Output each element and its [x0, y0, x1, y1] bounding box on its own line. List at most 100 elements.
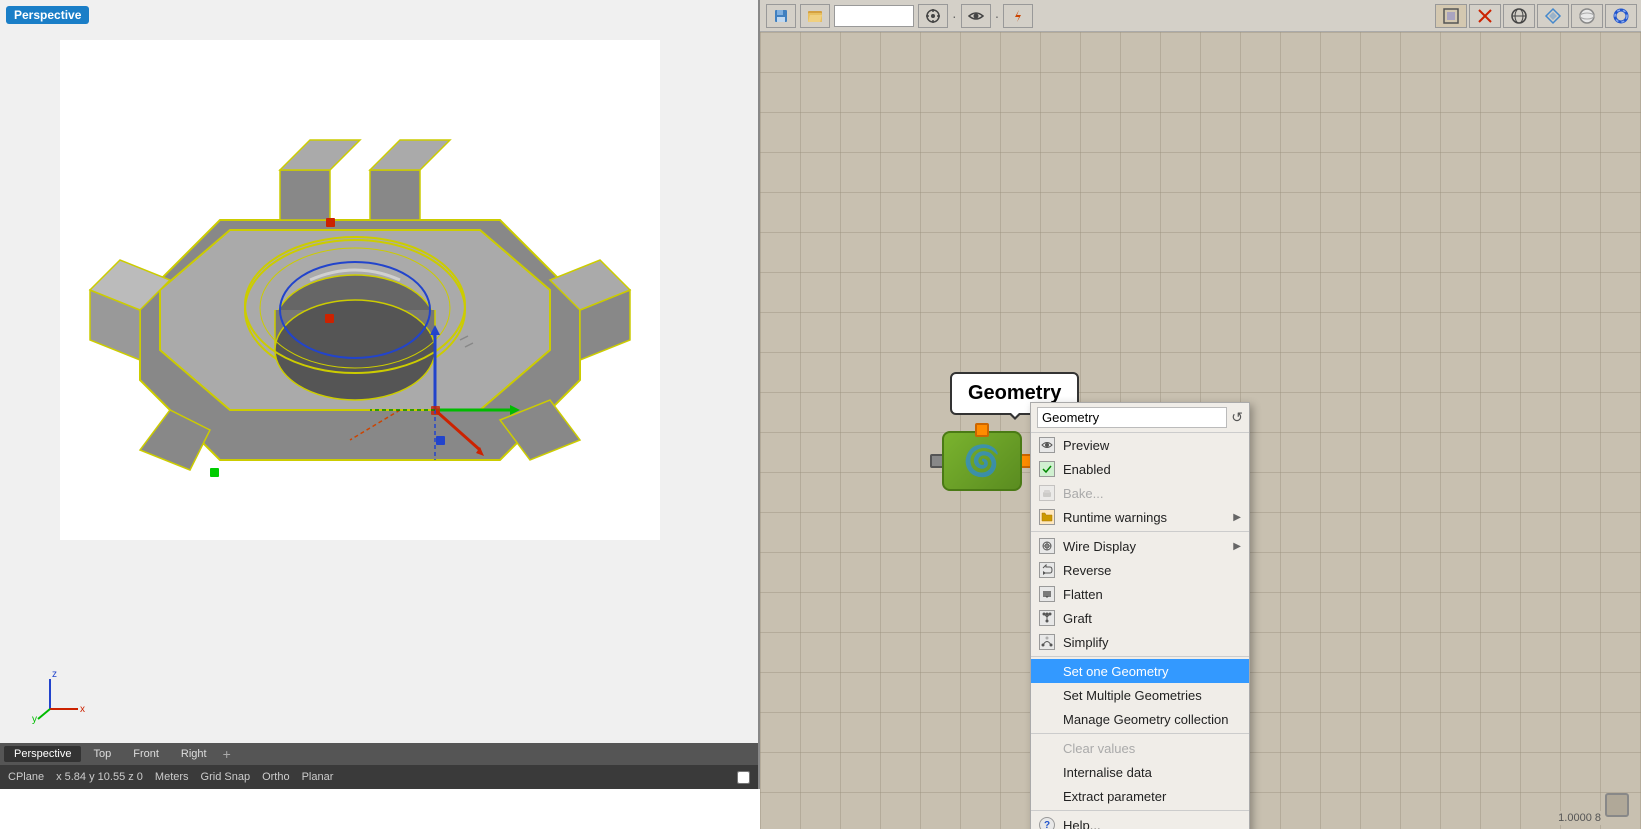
- menu-item-extract[interactable]: Extract parameter: [1031, 784, 1249, 808]
- clear-values-label: Clear values: [1063, 741, 1241, 756]
- gh-icon-4[interactable]: [1537, 4, 1569, 28]
- eye-menu-icon: [1041, 439, 1053, 451]
- tab-top[interactable]: Top: [83, 746, 121, 762]
- gh-main-canvas[interactable]: Geometry 🌀: [760, 32, 1641, 829]
- runtime-warnings-label: Runtime warnings: [1063, 510, 1225, 525]
- diamond-icon: [1544, 7, 1562, 25]
- menu-item-internalise[interactable]: Internalise data: [1031, 760, 1249, 784]
- save-icon: [773, 8, 789, 24]
- lightning-button[interactable]: [1003, 4, 1033, 28]
- menu-item-runtime-warnings[interactable]: Runtime warnings ▶: [1031, 505, 1249, 529]
- gh-icon-5[interactable]: [1571, 4, 1603, 28]
- flatten-icon: [1039, 586, 1055, 602]
- tab-perspective[interactable]: Perspective: [4, 746, 81, 762]
- unit-label: Meters: [155, 771, 189, 783]
- bake-label: Bake...: [1063, 486, 1241, 501]
- gh-save-button[interactable]: [766, 4, 796, 28]
- bake-icon: [1039, 485, 1055, 501]
- planar-checkbox[interactable]: [737, 771, 750, 784]
- tab-front[interactable]: Front: [123, 746, 169, 762]
- reverse-icon: [1039, 562, 1055, 578]
- eye-button[interactable]: [961, 4, 991, 28]
- context-menu: Geometry ↺ Preview: [1030, 402, 1250, 829]
- svg-text:z: z: [52, 669, 57, 680]
- rhino-viewport: Perspective: [0, 0, 760, 789]
- gh-icon-2[interactable]: [1469, 4, 1501, 28]
- simplify-icon: [1039, 634, 1055, 650]
- viewport-canvas[interactable]: z x y: [0, 0, 758, 759]
- menu-item-clear-values: Clear values: [1031, 736, 1249, 760]
- manage-collection-icon: [1039, 711, 1055, 727]
- zoom-display: 1.0000 8: [1554, 811, 1605, 825]
- wire-menu-icon: [1041, 540, 1053, 552]
- gh-icon-3[interactable]: [1503, 4, 1535, 28]
- runtime-warnings-arrow: ▶: [1233, 512, 1241, 523]
- 3d-object-svg: [60, 30, 660, 550]
- simplify-menu-icon: [1041, 636, 1053, 648]
- set-multiple-label: Set Multiple Geometries: [1063, 688, 1241, 703]
- gh-icon-6[interactable]: [1605, 4, 1637, 28]
- enabled-icon: [1039, 461, 1055, 477]
- torus-icon: [1612, 7, 1630, 25]
- cplane-label: CPlane: [8, 771, 44, 783]
- menu-item-help[interactable]: ? Help...: [1031, 813, 1249, 829]
- menu-item-preview[interactable]: Preview: [1031, 433, 1249, 457]
- menu-item-set-one-geometry[interactable]: Set one Geometry: [1031, 659, 1249, 683]
- runtime-warnings-icon: [1039, 509, 1055, 525]
- graft-icon: [1039, 610, 1055, 626]
- set-one-geometry-icon: [1039, 663, 1055, 679]
- top-output-port[interactable]: [975, 423, 989, 437]
- gh-top-right-icons: [1435, 0, 1641, 32]
- reverse-label: Reverse: [1063, 563, 1241, 578]
- eye-icon: [968, 8, 984, 24]
- tab-add[interactable]: +: [219, 746, 235, 762]
- menu-item-bake: Bake...: [1031, 481, 1249, 505]
- extract-icon: [1039, 788, 1055, 804]
- grasshopper-canvas[interactable]: 312% · ·: [760, 0, 1641, 829]
- gh-open-button[interactable]: [800, 4, 830, 28]
- menu-item-flatten[interactable]: Flatten: [1031, 582, 1249, 606]
- menu-item-enabled[interactable]: Enabled: [1031, 457, 1249, 481]
- flatten-label: Flatten: [1063, 587, 1241, 602]
- zoom-input[interactable]: 312%: [834, 5, 914, 27]
- wire-display-label: Wire Display: [1063, 539, 1225, 554]
- bake-menu-icon: [1041, 487, 1053, 499]
- menu-separator-3: [1031, 733, 1249, 734]
- check-menu-icon: [1041, 463, 1053, 475]
- extract-label: Extract parameter: [1063, 789, 1241, 804]
- axis-indicator: z x y: [30, 664, 90, 724]
- planar-label: Planar: [302, 771, 334, 783]
- menu-search-input[interactable]: Geometry: [1037, 407, 1227, 428]
- folder-menu-icon: [1041, 511, 1053, 523]
- menu-item-wire-display[interactable]: Wire Display ▶: [1031, 534, 1249, 558]
- x-icon: [1476, 7, 1494, 25]
- gh-toolbar: 312% · ·: [760, 0, 1641, 32]
- snap-label: Grid Snap: [201, 771, 251, 783]
- menu-separator-2: [1031, 656, 1249, 657]
- wire-display-icon: [1039, 538, 1055, 554]
- graft-label: Graft: [1063, 611, 1241, 626]
- globe-icon: [1510, 7, 1528, 25]
- main-layout: Perspective: [0, 0, 1641, 829]
- menu-item-manage-collection[interactable]: Manage Geometry collection: [1031, 707, 1249, 731]
- gh-icon-1[interactable]: [1435, 4, 1467, 28]
- menu-item-graft[interactable]: Graft: [1031, 606, 1249, 630]
- internalise-label: Internalise data: [1063, 765, 1241, 780]
- menu-separator-4: [1031, 810, 1249, 811]
- graft-menu-icon: [1041, 612, 1053, 624]
- menu-item-simplify[interactable]: Simplify: [1031, 630, 1249, 654]
- menu-item-reverse[interactable]: Reverse: [1031, 558, 1249, 582]
- menu-item-set-multiple[interactable]: Set Multiple Geometries: [1031, 683, 1249, 707]
- help-label: Help...: [1063, 818, 1241, 829]
- snap-button[interactable]: [918, 4, 948, 28]
- reverse-menu-icon: [1041, 564, 1053, 576]
- component-body[interactable]: 🌀: [942, 431, 1022, 491]
- scroll-handle[interactable]: [1605, 793, 1629, 817]
- tab-right[interactable]: Right: [171, 746, 217, 762]
- set-multiple-icon: [1039, 687, 1055, 703]
- wire-display-arrow: ▶: [1233, 541, 1241, 552]
- clear-values-icon: [1039, 740, 1055, 756]
- manage-collection-label: Manage Geometry collection: [1063, 712, 1241, 727]
- menu-refresh-icon[interactable]: ↺: [1231, 409, 1243, 426]
- set-one-geometry-label: Set one Geometry: [1063, 664, 1241, 679]
